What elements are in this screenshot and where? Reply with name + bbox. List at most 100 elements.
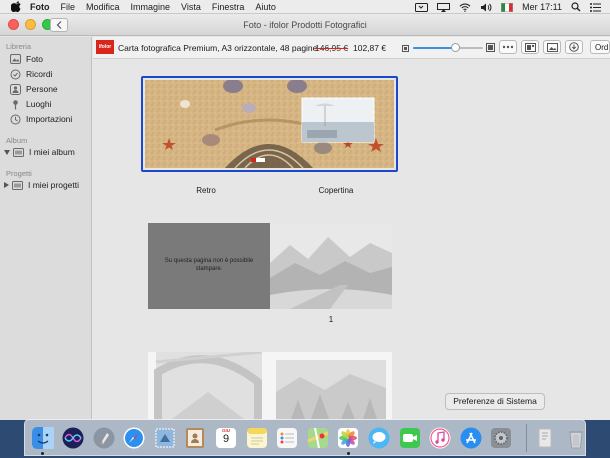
menu-item-finestra[interactable]: Finestra — [212, 0, 245, 14]
apple-logo-icon[interactable] — [10, 1, 22, 12]
menu-item-aiuto[interactable]: Aiuto — [255, 0, 276, 14]
architecture-photo — [148, 352, 270, 420]
sidebar-item-label: Importazioni — [26, 114, 73, 124]
siri-icon[interactable] — [61, 425, 86, 450]
layout-icon — [524, 42, 536, 52]
launchpad-icon[interactable] — [91, 425, 116, 450]
folder-icon — [12, 180, 23, 191]
zoom-out-icon[interactable] — [402, 44, 409, 54]
page-3[interactable] — [270, 352, 392, 420]
disclosure-triangle-icon[interactable] — [4, 182, 9, 188]
sidebar-item-my-projects[interactable]: I miei progetti — [4, 178, 79, 192]
notes-icon[interactable] — [244, 425, 269, 450]
zoom-slider-knob[interactable] — [451, 43, 460, 52]
dock-separator — [525, 423, 527, 452]
discounted-price: 102,87 € — [353, 43, 387, 53]
sidebar-item-luoghi[interactable]: Luoghi — [10, 97, 52, 111]
calendar-day: 9 — [223, 433, 230, 445]
cover-artwork — [145, 80, 394, 168]
app-store-icon[interactable] — [458, 425, 483, 450]
download-icon — [569, 42, 579, 52]
sidebar-item-persone[interactable]: Persone — [10, 82, 58, 96]
airplay-display-icon[interactable] — [437, 2, 451, 12]
photos-panel-button[interactable] — [543, 40, 561, 54]
sidebar-item-label: Ricordi — [26, 69, 53, 79]
unprintable-notice: Su questa pagina non è possibile stampar… — [164, 258, 254, 272]
spotlight-search-icon[interactable] — [571, 2, 581, 12]
order-button[interactable]: Ord — [590, 40, 610, 54]
ellipsis-icon — [502, 45, 514, 49]
menu-item-foto[interactable]: Foto — [30, 0, 50, 14]
volume-icon[interactable] — [480, 3, 492, 12]
book-canvas[interactable]: Retro Copertina Su questa pagina non è p… — [93, 60, 610, 420]
itunes-icon[interactable] — [428, 425, 453, 450]
foggy-forest-photo — [270, 352, 392, 420]
reminders-icon[interactable] — [275, 425, 300, 450]
contacts-icon[interactable] — [183, 425, 208, 450]
folder-icon — [13, 147, 24, 158]
zoom-slider-fill — [413, 47, 455, 49]
menu-item-immagine[interactable]: Immagine — [131, 0, 171, 14]
zoom-in-icon[interactable] — [486, 43, 495, 54]
ifolor-logo: ifolor — [96, 40, 114, 54]
menu-item-vista[interactable]: Vista — [181, 0, 201, 14]
facetime-icon[interactable] — [397, 425, 422, 450]
imports-clock-icon — [10, 114, 21, 125]
product-name: Carta fotografica Premium, A3 orizzontal… — [118, 43, 318, 53]
dock: GIU 9 — [24, 419, 586, 456]
photos-icon[interactable] — [336, 425, 361, 455]
back-button[interactable] — [50, 18, 68, 32]
layout-button[interactable] — [521, 40, 539, 54]
cover-front-label: Copertina — [318, 186, 354, 195]
zoom-slider[interactable] — [413, 43, 483, 52]
calendar-icon[interactable]: GIU 9 — [214, 425, 239, 450]
download-button[interactable] — [565, 40, 583, 54]
maps-icon[interactable] — [305, 425, 330, 450]
menu-item-modifica[interactable]: Modifica — [86, 0, 120, 14]
page-2[interactable] — [148, 352, 270, 420]
window-titlebar[interactable]: Foto - ifolor Prodotti Fotografici — [0, 14, 610, 36]
menu-item-file[interactable]: File — [61, 0, 76, 14]
notification-list-icon[interactable] — [590, 2, 601, 12]
page-1[interactable] — [270, 223, 392, 309]
unprintable-page[interactable]: Su questa pagina non è possibile stampar… — [148, 223, 270, 309]
media-controls-icon[interactable] — [415, 2, 429, 12]
original-price: 146,95 € — [315, 43, 349, 53]
product-toolbar: ifolor Carta fotografica Premium, A3 ori… — [93, 37, 610, 59]
sidebar-item-label: I miei progetti — [28, 180, 80, 190]
finder-icon[interactable] — [30, 425, 55, 455]
mail-stamp-icon[interactable] — [152, 425, 177, 450]
sidebar-section-progetti: Progetti — [6, 169, 32, 178]
sidebar-section-libreria: Libreria — [6, 42, 32, 51]
sidebar-item-foto[interactable]: Foto — [10, 52, 43, 66]
system-preferences-icon[interactable] — [489, 425, 514, 450]
sidebar-item-my-albums[interactable]: I miei album — [4, 145, 75, 159]
misty-mountains-photo — [270, 223, 392, 309]
spread-1-page-number: 1 — [328, 315, 334, 324]
chevron-left-icon — [56, 21, 62, 29]
messages-icon[interactable] — [367, 425, 392, 450]
dock-tooltip: Preferenze di Sistema — [445, 393, 545, 410]
menubar-clock[interactable]: Mer 17:11 — [522, 2, 562, 12]
sidebar-item-label: Luoghi — [26, 99, 52, 109]
photo-frame-icon — [546, 42, 558, 52]
sidebar: Libreria Foto Ricordi Persone Luoghi Imp… — [0, 37, 92, 420]
sidebar-item-ricordi[interactable]: Ricordi — [10, 67, 52, 81]
sidebar-item-label: I miei album — [29, 147, 75, 157]
sidebar-item-label: Persone — [26, 84, 58, 94]
sidebar-item-label: Foto — [26, 54, 44, 64]
more-options-button[interactable] — [499, 40, 517, 54]
photos-icon — [10, 54, 21, 65]
trash-icon[interactable] — [563, 425, 588, 450]
downloads-stack-icon[interactable] — [533, 425, 558, 450]
memories-icon — [10, 69, 21, 80]
wifi-icon[interactable] — [459, 3, 471, 12]
sand-shell-collage — [145, 80, 394, 168]
sidebar-item-importazioni[interactable]: Importazioni — [10, 112, 72, 126]
disclosure-triangle-icon[interactable] — [4, 149, 10, 155]
people-icon — [10, 83, 21, 95]
window-title: Foto - ifolor Prodotti Fotografici — [243, 20, 367, 30]
language-flag-icon[interactable] — [501, 2, 514, 12]
cover-spread[interactable] — [141, 76, 398, 172]
safari-icon[interactable] — [122, 425, 147, 450]
